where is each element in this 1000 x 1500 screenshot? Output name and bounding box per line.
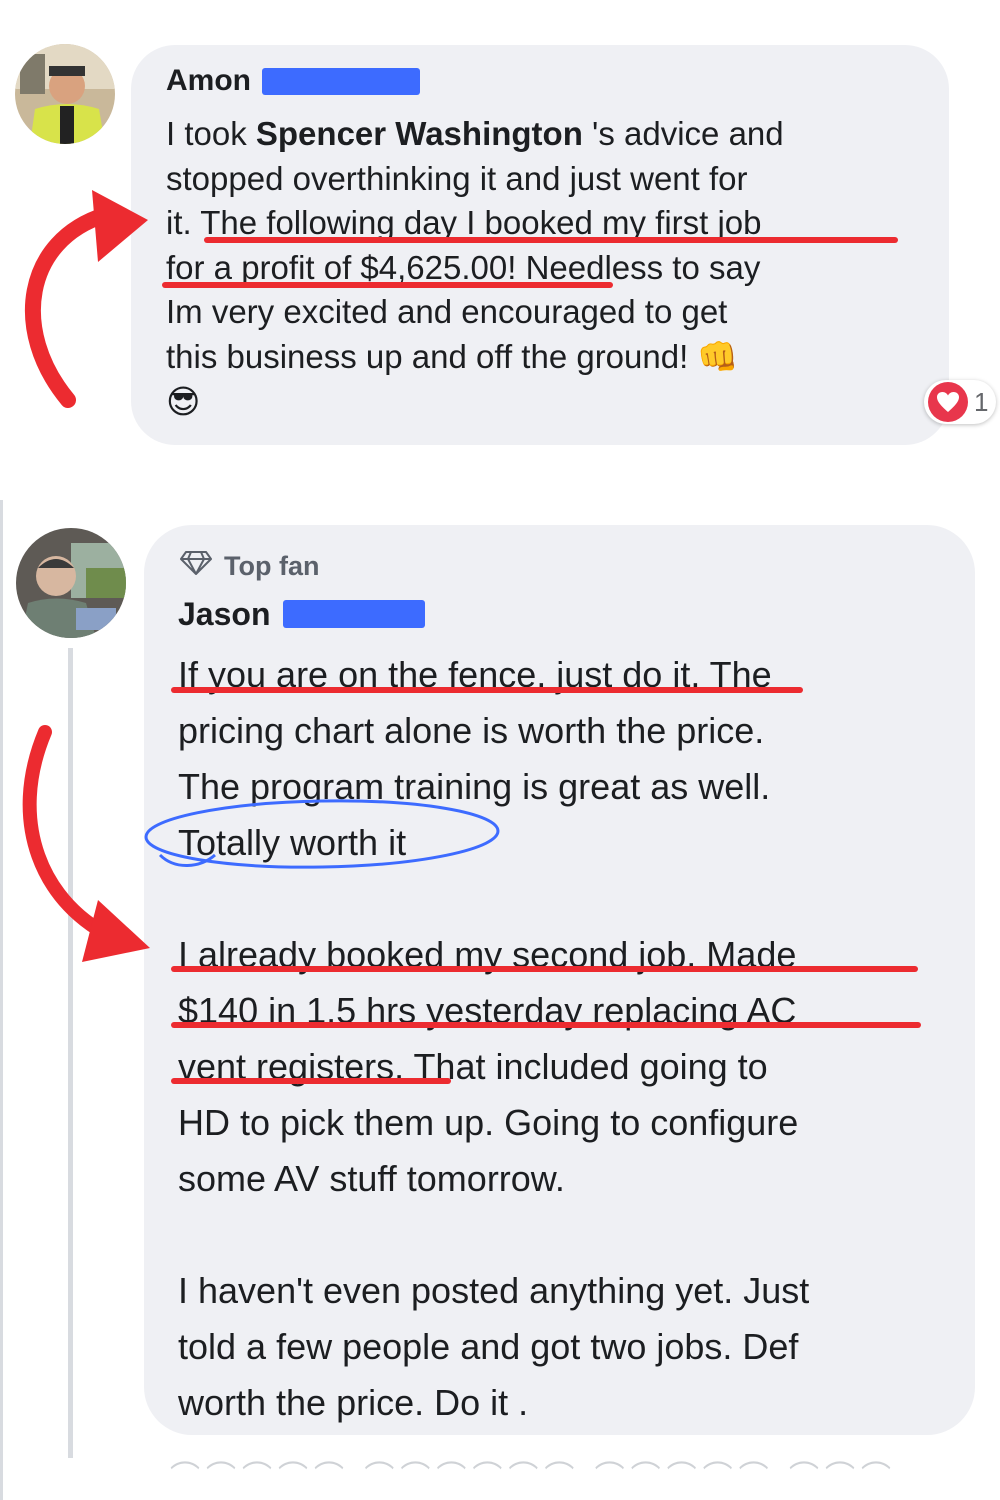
comment-author[interactable]: Amon	[166, 64, 251, 98]
text-line: it. The following day I booked my first …	[166, 201, 784, 246]
text-line: for a profit of $4,625.00! Needless to s…	[166, 246, 784, 291]
text-line: I already booked my second job. Made	[178, 934, 797, 975]
text-line: this business up and off the ground! 👊	[166, 335, 784, 380]
reaction-summary[interactable]: 1	[924, 380, 996, 424]
avatar[interactable]	[16, 528, 126, 638]
text-line: 😎	[166, 380, 784, 425]
redaction-mark	[283, 600, 425, 628]
text-line: Im very excited and encouraged to get	[166, 290, 784, 335]
text-line: I haven't even posted anything yet. Just	[178, 1270, 810, 1311]
text-line: worth the price. Do it .	[178, 1382, 529, 1423]
redaction-mark	[262, 68, 420, 95]
top-fan-badge: Top fan	[180, 550, 319, 583]
comment-text: If you are on the fence, just do it. The…	[178, 647, 809, 1431]
text-line: I took Spencer Washington 's advice and	[166, 112, 784, 157]
text-line: $140 in 1.5 hrs yesterday replacing AC	[178, 990, 797, 1031]
truncated-text: ⌒⌒⌒⌒⌒ ⌒⌒⌒⌒⌒⌒ ⌒⌒⌒⌒⌒ ⌒⌒⌒	[170, 1461, 898, 1494]
text-line: The program training is great as well.	[178, 766, 771, 807]
text-span: 's advice and	[582, 115, 784, 152]
comment-text: I took Spencer Washington 's advice and s…	[166, 112, 784, 424]
comment-author[interactable]: Jason	[178, 596, 270, 633]
text-line	[178, 1207, 809, 1263]
text-span: it. The following day I booked my first …	[166, 204, 762, 242]
text-line: stopped overthinking it and just went fo…	[166, 157, 784, 202]
text-line: some AV stuff tomorrow.	[178, 1158, 565, 1199]
text-line	[178, 871, 809, 927]
text-span: stopped overthinking it and just went fo…	[166, 159, 748, 197]
text-line: HD to pick them up. Going to configure	[178, 1102, 799, 1143]
text-span: for a profit of $4,625.00! Needless to s…	[166, 248, 761, 286]
text-line: vent registers. That included going to	[178, 1046, 768, 1087]
diamond-icon	[180, 550, 212, 583]
reaction-count: 1	[974, 386, 989, 417]
heart-icon	[928, 382, 968, 422]
text-line: told a few people and got two jobs. Def	[178, 1326, 799, 1367]
text-span: 😎	[166, 382, 201, 420]
text-span: I took	[166, 115, 256, 152]
text-span: Im very excited and encouraged to get	[166, 293, 728, 331]
text-line: Totally worth it	[178, 822, 407, 863]
comment-panel-1: Amon I took Spencer Washington 's advice…	[0, 0, 1000, 470]
text-line: pricing chart alone is worth the price.	[178, 710, 765, 751]
avatar[interactable]	[15, 44, 115, 144]
mentioned-name[interactable]: Spencer Washington	[256, 115, 583, 152]
text-span: this business up and off the ground! 👊	[166, 337, 739, 375]
text-line: If you are on the fence, just do it. The	[178, 654, 772, 695]
thread-line	[68, 648, 73, 1458]
